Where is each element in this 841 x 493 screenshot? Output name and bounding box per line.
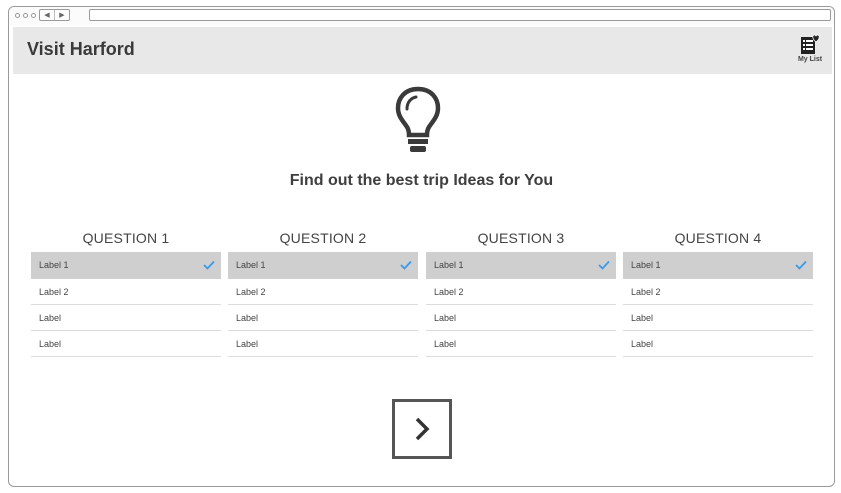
option-row[interactable]: Label 2 bbox=[31, 279, 221, 305]
option-row[interactable]: Label 2 bbox=[623, 279, 813, 305]
option-label: Label 2 bbox=[39, 287, 69, 297]
my-list-label: My List bbox=[797, 56, 823, 63]
checkmark-icon bbox=[400, 252, 412, 278]
option-row[interactable]: Label 1 bbox=[228, 252, 418, 279]
question-1-column: QUESTION 1 Label 1 Label 2 Label Label bbox=[31, 229, 221, 357]
option-label: Label 1 bbox=[39, 260, 69, 270]
list-heart-icon bbox=[801, 34, 820, 54]
question-2-column: QUESTION 2 Label 1 Label 2 Label Label bbox=[228, 229, 418, 357]
option-row[interactable]: Label bbox=[31, 305, 221, 331]
address-bar[interactable] bbox=[89, 9, 831, 21]
forward-button[interactable]: ▶ bbox=[55, 10, 69, 20]
option-row[interactable]: Label 1 bbox=[31, 252, 221, 279]
option-label: Label 1 bbox=[236, 260, 266, 270]
browser-window: ◀ ▶ Visit Harford My List Find out the b… bbox=[8, 6, 835, 487]
option-label: Label 2 bbox=[434, 287, 464, 297]
option-row[interactable]: Label bbox=[426, 331, 616, 357]
option-label: Label bbox=[39, 339, 62, 349]
option-row[interactable]: Label bbox=[31, 331, 221, 357]
my-list-button[interactable]: My List bbox=[792, 33, 828, 69]
question-title: QUESTION 4 bbox=[674, 230, 762, 246]
lightbulb-icon bbox=[395, 86, 441, 152]
page-headline: Find out the best trip Ideas for You bbox=[289, 172, 554, 189]
option-row[interactable]: Label bbox=[426, 305, 616, 331]
option-row[interactable]: Label bbox=[623, 305, 813, 331]
option-row[interactable]: Label 1 bbox=[623, 252, 813, 279]
chevron-right-icon bbox=[415, 417, 430, 441]
app-header: Visit Harford My List bbox=[13, 27, 832, 74]
option-label: Label 2 bbox=[631, 287, 661, 297]
option-label: Label bbox=[631, 313, 654, 323]
option-label: Label bbox=[434, 339, 457, 349]
question-title: QUESTION 2 bbox=[279, 230, 367, 246]
option-row[interactable]: Label bbox=[228, 305, 418, 331]
option-row[interactable]: Label bbox=[623, 331, 813, 357]
checkmark-icon bbox=[795, 252, 807, 278]
option-label: Label 1 bbox=[631, 260, 661, 270]
back-button[interactable]: ◀ bbox=[40, 10, 55, 20]
question-3-column: QUESTION 3 Label 1 Label 2 Label Label bbox=[426, 229, 616, 357]
option-label: Label bbox=[631, 339, 654, 349]
option-label: Label bbox=[236, 339, 259, 349]
option-label: Label 2 bbox=[236, 287, 266, 297]
option-label: Label bbox=[236, 313, 259, 323]
option-row[interactable]: Label 2 bbox=[228, 279, 418, 305]
option-label: Label bbox=[434, 313, 457, 323]
checkmark-icon bbox=[598, 252, 610, 278]
option-label: Label bbox=[39, 313, 62, 323]
window-minimize-dot[interactable] bbox=[23, 13, 28, 18]
option-row[interactable]: Label 1 bbox=[426, 252, 616, 279]
option-row[interactable]: Label 2 bbox=[426, 279, 616, 305]
browser-chrome: ◀ ▶ bbox=[9, 7, 834, 25]
option-label: Label 1 bbox=[434, 260, 464, 270]
next-button[interactable] bbox=[392, 399, 452, 459]
window-close-dot[interactable] bbox=[15, 13, 20, 18]
question-4-column: QUESTION 4 Label 1 Label 2 Label Label bbox=[623, 229, 813, 357]
question-title: QUESTION 1 bbox=[82, 230, 170, 246]
checkmark-icon bbox=[203, 252, 215, 278]
app-title: Visit Harford bbox=[27, 39, 135, 59]
question-title: QUESTION 3 bbox=[477, 230, 565, 246]
window-zoom-dot[interactable] bbox=[31, 13, 36, 18]
option-row[interactable]: Label bbox=[228, 331, 418, 357]
nav-buttons: ◀ ▶ bbox=[39, 9, 70, 21]
